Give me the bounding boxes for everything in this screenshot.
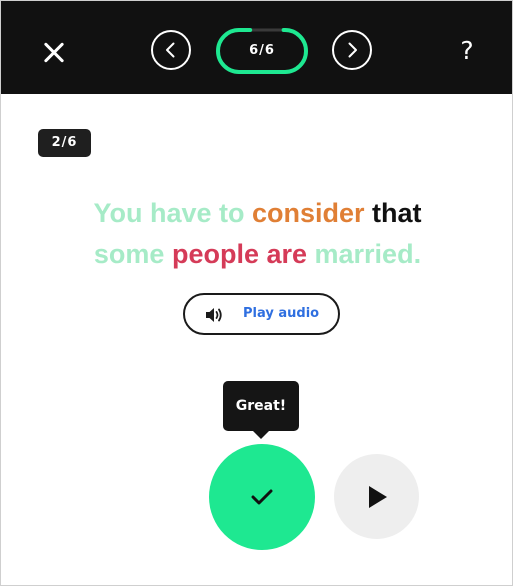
speaker-icon <box>206 308 222 322</box>
sentence-word-segment: some <box>93 239 172 269</box>
previous-button[interactable] <box>151 30 191 70</box>
sentence-line-1: You have to consider that <box>21 193 494 233</box>
sentence-counter-badge: 2/6 <box>38 129 91 157</box>
feedback-tooltip: Great! <box>223 381 299 431</box>
exercise-screen: 6/6 ? 2/6 You have to consider that some… <box>0 0 513 586</box>
sentence-word-segment: consider <box>251 198 365 228</box>
sentence-word-segment: married. <box>307 239 422 269</box>
top-bar: 6/6 ? <box>1 1 512 94</box>
progress-indicator[interactable]: 6/6 <box>216 28 308 74</box>
close-icon[interactable] <box>37 36 71 70</box>
sentence-word-segment: that <box>364 198 422 228</box>
next-button[interactable] <box>332 30 372 70</box>
check-button[interactable] <box>209 444 315 550</box>
checkmark-icon <box>251 489 273 505</box>
play-button[interactable] <box>334 454 419 539</box>
tooltip-arrow <box>252 430 270 439</box>
sentence-line-2: some people are married. <box>21 234 494 274</box>
chevron-left-icon <box>166 42 175 58</box>
play-audio-button[interactable]: Play audio <box>183 293 340 335</box>
progress-label: 6/6 <box>249 43 275 58</box>
sentence-word-segment: people are <box>171 239 308 269</box>
sentence-word-segment: You have to <box>93 198 252 228</box>
help-button[interactable]: ? <box>455 33 479 69</box>
play-audio-label: Play audio <box>243 306 320 321</box>
play-icon <box>369 486 387 508</box>
chevron-right-icon <box>348 42 357 58</box>
